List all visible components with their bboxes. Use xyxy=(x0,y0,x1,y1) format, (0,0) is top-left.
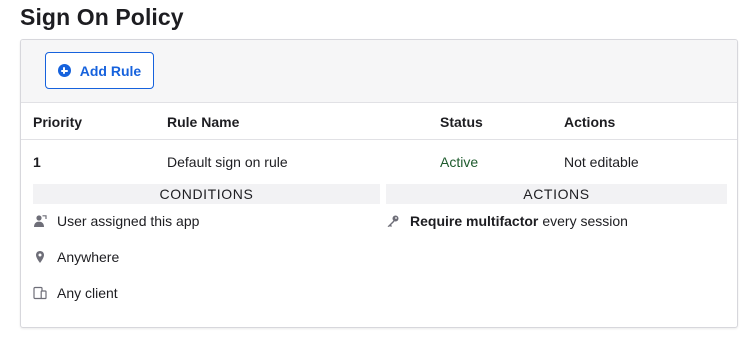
rule-status: Active xyxy=(440,154,478,170)
condition-label: User assigned this app xyxy=(57,213,200,229)
condition-label: Anywhere xyxy=(57,249,120,265)
plus-circle-icon xyxy=(57,64,71,77)
status-active-text: Active xyxy=(440,154,479,170)
location-pin-icon xyxy=(33,250,47,264)
header-divider xyxy=(21,139,737,140)
conditions-section-header: CONDITIONS xyxy=(33,184,380,204)
column-header-actions: Actions xyxy=(564,114,616,130)
condition-label: Any client xyxy=(57,285,118,301)
devices-icon xyxy=(33,286,47,300)
actions-section-header: ACTIONS xyxy=(386,184,727,204)
user-assigned-icon xyxy=(33,214,47,228)
add-rule-button[interactable]: Add Rule xyxy=(45,52,154,89)
action-rest-text: every session xyxy=(542,213,628,229)
rules-toolbar: Add Rule xyxy=(21,40,737,103)
action-require-multifactor: Require multifactor every session xyxy=(386,213,628,229)
page-title: Sign On Policy xyxy=(20,4,184,30)
action-strong-text: Require multifactor xyxy=(410,213,539,229)
column-header-priority: Priority xyxy=(33,114,83,130)
column-header-rule-name: Rule Name xyxy=(167,114,240,130)
condition-anywhere: Anywhere xyxy=(33,249,119,265)
add-rule-label: Add Rule xyxy=(79,62,142,79)
key-icon xyxy=(386,214,400,228)
column-header-status: Status xyxy=(440,114,483,130)
rule-priority: 1 xyxy=(33,154,41,170)
condition-any-client: Any client xyxy=(33,285,118,301)
rule-actions: Not editable xyxy=(564,154,639,170)
policy-rules-panel: Add Rule Priority Rule Name Status Actio… xyxy=(20,39,738,328)
rule-name: Default sign on rule xyxy=(167,154,288,170)
condition-user-assigned: User assigned this app xyxy=(33,213,199,229)
